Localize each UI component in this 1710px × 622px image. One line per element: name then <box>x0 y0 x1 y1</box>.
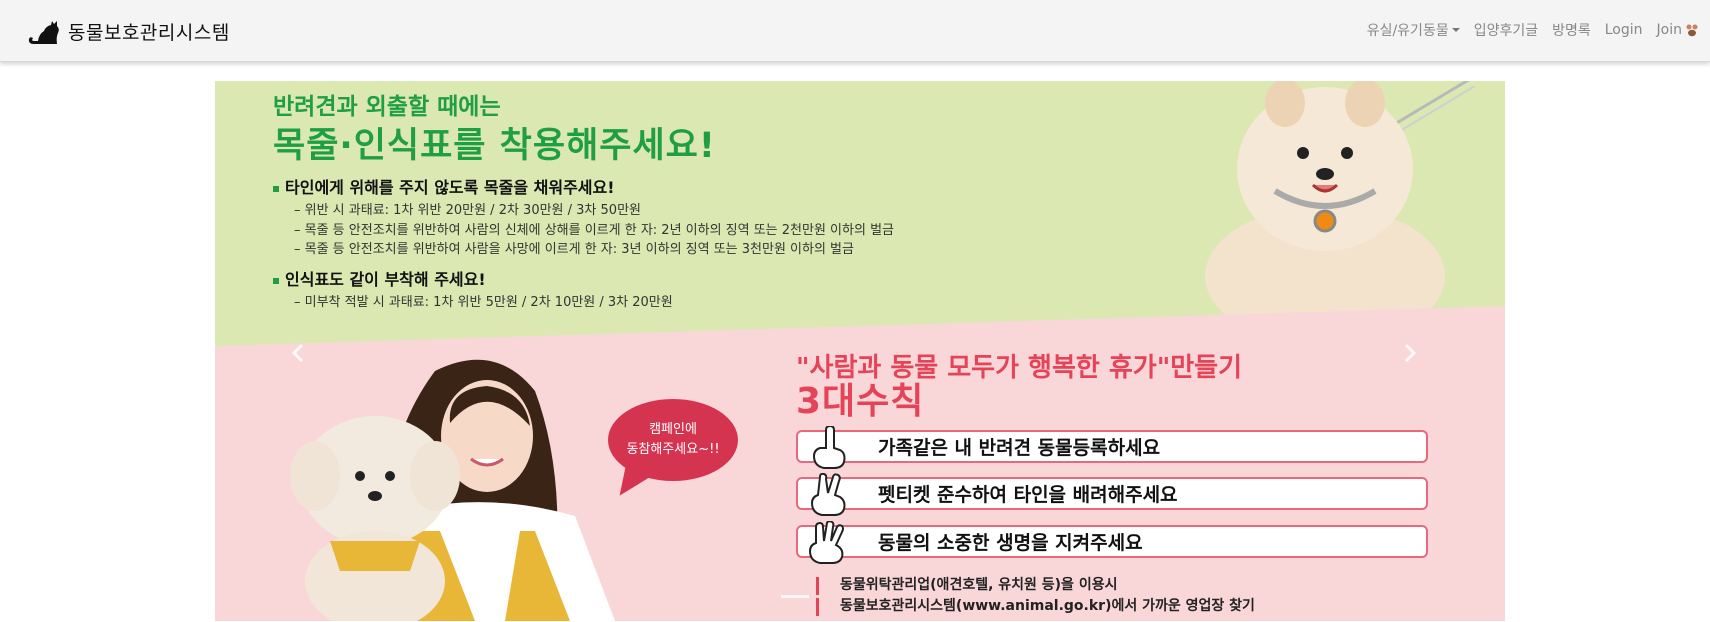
chevron-left-icon <box>291 343 304 363</box>
three-rules-title: 3대수칙 <box>796 381 925 422</box>
cat-logo-icon <box>28 21 59 44</box>
nav-adoption-reviews[interactable]: 입양후기글 <box>1474 20 1538 40</box>
leash-heading-small: 반려견과 외출할 때에는 <box>273 94 501 120</box>
id-tag-penalty-line: – 미부착 적발 시 과태료: 1차 위반 5만원 / 2차 10만원 / 3차… <box>294 295 673 310</box>
three-finger-hand-icon <box>808 521 844 564</box>
carousel-next-button[interactable] <box>1395 338 1425 368</box>
main-nav: 유실/유기동물 입양후기글 방명록 Login Join <box>1353 20 1700 40</box>
pomeranian-dog-illustration <box>1205 81 1475 321</box>
nav-login-label: Login <box>1604 22 1643 38</box>
leash-penalty-line: – 목줄 등 안전조치를 위반하여 사람의 신체에 상해를 이르게 한 자: 2… <box>294 223 894 238</box>
rule-item: 가족같은 내 반려견 동물등록하세요 <box>796 426 1428 469</box>
rule-text: 동물의 소중한 생명을 지켜주세요 <box>878 532 1143 554</box>
bubble-line: 동참해주세요~!! <box>626 442 720 457</box>
leash-heading-large: 목줄·인식표를 착용해주세요! <box>273 126 716 166</box>
rule-item: 동물의 소중한 생명을 지켜주세요 <box>796 521 1428 564</box>
nav-guestbook-label: 방명록 <box>1552 23 1591 39</box>
nav-guestbook[interactable]: 방명록 <box>1552 20 1591 40</box>
leash-penalty-line: – 목줄 등 안전조치를 위반하여 사람을 사망에 이르게 한 자: 3년 이하… <box>294 242 854 257</box>
id-tag-bullet-title: 인식표도 같이 부착해 주세요! <box>273 266 486 290</box>
rule-text: 가족같은 내 반려견 동물등록하세요 <box>878 437 1161 459</box>
info-accent-bar <box>816 598 819 616</box>
carousel-prev-button[interactable] <box>283 338 313 368</box>
chevron-right-icon <box>1404 343 1417 363</box>
brand[interactable]: 동물보호관리시스템 <box>26 14 230 48</box>
info-accent-bar <box>816 577 819 595</box>
bubble-line: 캠페인에 <box>649 422 697 437</box>
brand-title: 동물보호관리시스템 <box>68 21 230 44</box>
nav-lost-animals-label: 유실/유기동물 <box>1366 23 1449 39</box>
two-finger-hand-icon <box>810 473 846 516</box>
info-line: 동물위탁관리업(애견호텔, 유치원 등)을 이용시 <box>840 577 1118 593</box>
campaign-banner-carousel[interactable]: 반려견과 외출할 때에는 목줄·인식표를 착용해주세요! 타인에게 위해를 주지… <box>215 81 1505 621</box>
caret-down-icon <box>1451 28 1460 32</box>
leash-penalty-line: – 위반 시 과태료: 1차 위반 20만원 / 2차 30만원 / 3차 50… <box>294 203 641 218</box>
nav-login[interactable]: Login <box>1605 22 1643 38</box>
nav-adoption-reviews-label: 입양후기글 <box>1473 23 1539 39</box>
rule-text: 펫티켓 준수하여 타인을 배려해주세요 <box>878 484 1178 506</box>
campaign-speech-bubble: 캠페인에 동참해주세요~!! <box>608 399 738 481</box>
leash-bullet-title: 타인에게 위해를 주지 않도록 목줄을 채워주세요! <box>273 174 615 198</box>
one-finger-hand-icon <box>812 426 846 469</box>
nav-join[interactable]: Join <box>1657 22 1700 38</box>
paw-icon <box>1686 24 1698 37</box>
woman-with-poodle-illustration <box>290 359 615 621</box>
rule-item: 펫티켓 준수하여 타인을 배려해주세요 <box>796 473 1428 516</box>
carousel-indicator[interactable] <box>781 595 809 598</box>
info-line: 동물보호관리시스템(www.animal.go.kr)에서 가까운 영업장 찾기 <box>840 598 1255 614</box>
nav-lost-animals-dropdown[interactable]: 유실/유기동물 <box>1367 20 1460 40</box>
top-navbar: 동물보호관리시스템 유실/유기동물 입양후기글 방명록 Login Join <box>0 0 1710 62</box>
nav-join-label: Join <box>1656 22 1682 38</box>
